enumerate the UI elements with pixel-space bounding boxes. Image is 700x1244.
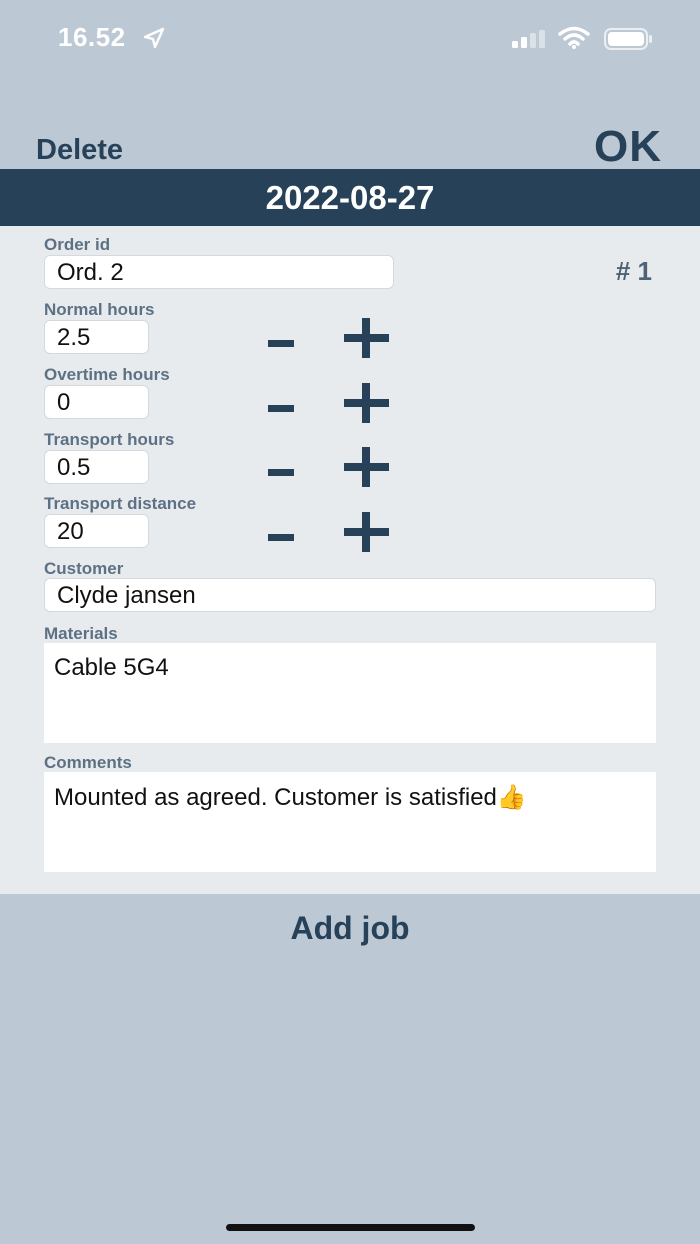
status-time: 16.52 <box>58 22 126 52</box>
transport-hours-label: Transport hours <box>44 430 175 449</box>
transport-distance-field[interactable]: 20 <box>44 514 149 548</box>
overtime-hours-label: Overtime hours <box>44 365 170 384</box>
normal-hours-field[interactable]: 2.5 <box>44 320 149 354</box>
ok-button[interactable]: OK <box>594 122 662 172</box>
overtime-hours-field[interactable]: 0 <box>44 385 149 419</box>
date-header: 2022-08-27 <box>0 169 700 226</box>
transport-hours-minus-button[interactable] <box>268 469 294 476</box>
transport-hours-field[interactable]: 0.5 <box>44 450 149 484</box>
add-job-button[interactable]: Add job <box>0 910 700 947</box>
order-number: # 1 <box>615 256 652 286</box>
normal-hours-label: Normal hours <box>44 300 155 319</box>
transport-distance-label: Transport distance <box>44 494 197 513</box>
transport-distance-plus-button[interactable] <box>344 512 389 552</box>
delete-button[interactable]: Delete <box>36 134 123 167</box>
overtime-hours-minus-button[interactable] <box>268 405 294 412</box>
materials-field[interactable]: Cable 5G4 <box>44 643 656 743</box>
wifi-icon <box>558 26 590 49</box>
customer-label: Customer <box>44 559 124 578</box>
order-id-label: Order id <box>44 235 111 254</box>
location-arrow-icon <box>143 27 165 49</box>
battery-icon <box>604 28 652 50</box>
normal-hours-plus-button[interactable] <box>344 318 389 358</box>
home-indicator[interactable] <box>226 1224 475 1231</box>
normal-hours-minus-button[interactable] <box>268 340 294 347</box>
status-bar: 16.52 <box>0 0 700 80</box>
cellular-signal-icon <box>512 30 545 48</box>
transport-hours-plus-button[interactable] <box>344 447 389 487</box>
comments-field[interactable]: Mounted as agreed. Customer is satisfied… <box>44 772 656 872</box>
order-id-field[interactable]: Ord. 2 <box>44 255 394 289</box>
materials-label: Materials <box>44 624 118 643</box>
overtime-hours-plus-button[interactable] <box>344 383 389 423</box>
transport-distance-minus-button[interactable] <box>268 534 294 541</box>
customer-field[interactable]: Clyde jansen <box>44 578 656 612</box>
comments-label: Comments <box>44 753 132 772</box>
